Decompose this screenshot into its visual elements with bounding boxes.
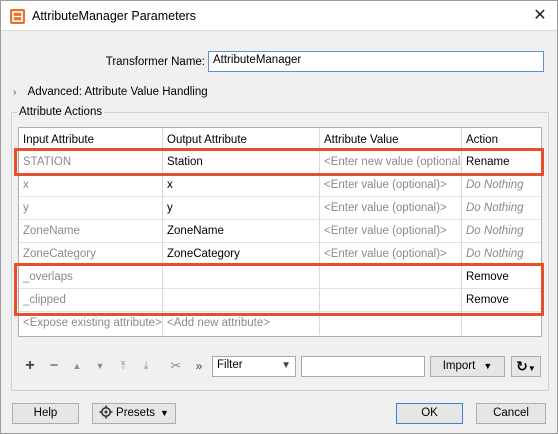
attribute-table: Input Attribute Output Attribute Attribu… [18, 127, 542, 337]
refresh-button[interactable]: ↻▼ [511, 356, 541, 377]
table-row[interactable]: _overlaps Remove [19, 266, 541, 289]
remove-row-icon[interactable]: − [46, 358, 62, 374]
action-cell[interactable] [462, 312, 541, 335]
attribute-actions-label: Attribute Actions [17, 106, 105, 118]
window-title: AttributeManager Parameters [32, 9, 196, 23]
attribute-value-cell[interactable]: <Enter value (optional)> [320, 220, 462, 242]
table-row[interactable]: ZoneName ZoneName <Enter value (optional… [19, 220, 541, 243]
dialog-window: AttributeManager Parameters ✕ Transforme… [0, 0, 558, 434]
attribute-value-cell[interactable]: <Enter value (optional)> [320, 243, 462, 265]
filter-input[interactable] [301, 356, 425, 377]
action-cell[interactable]: Do Nothing [462, 243, 541, 265]
gear-icon [99, 405, 113, 426]
chevron-right-icon: › [13, 87, 17, 98]
ok-button[interactable]: OK [396, 403, 463, 424]
output-attribute-cell[interactable]: x [163, 174, 320, 196]
action-cell[interactable]: Remove [462, 266, 541, 288]
move-bottom-icon[interactable]: ⤓ [138, 358, 154, 374]
input-attribute-cell[interactable]: ZoneCategory [19, 243, 163, 265]
column-header-output-attribute[interactable]: Output Attribute [163, 128, 320, 148]
output-attribute-cell[interactable]: Station [163, 151, 320, 173]
table-row[interactable]: STATION Station <Enter new value (option… [19, 151, 541, 174]
close-button[interactable]: ✕ [529, 5, 551, 27]
transformer-name-row: Transformer Name: AttributeManager [1, 49, 557, 75]
more-icon[interactable]: » [191, 358, 207, 374]
expose-attribute-cell[interactable]: <Expose existing attribute> [19, 312, 163, 335]
move-up-icon[interactable]: ▲ [69, 358, 85, 374]
add-attribute-cell[interactable]: <Add new attribute> [163, 312, 320, 335]
output-attribute-cell[interactable]: y [163, 197, 320, 219]
table-row[interactable]: y y <Enter value (optional)> Do Nothing [19, 197, 541, 220]
action-cell[interactable]: Do Nothing [462, 197, 541, 219]
output-attribute-cell[interactable] [163, 266, 320, 288]
output-attribute-cell[interactable]: ZoneCategory [163, 243, 320, 265]
input-attribute-cell[interactable]: y [19, 197, 163, 219]
input-attribute-cell[interactable]: _overlaps [19, 266, 163, 288]
chevron-down-icon: ▼ [281, 360, 291, 371]
presets-button-label: Presets [116, 407, 156, 419]
title-bar: AttributeManager Parameters ✕ [1, 1, 557, 31]
advanced-section-label: Advanced: Attribute Value Handling [27, 86, 208, 98]
table-row[interactable]: _clipped Remove [19, 289, 541, 312]
attribute-value-cell[interactable]: <Enter value (optional)> [320, 197, 462, 219]
input-attribute-cell[interactable]: _clipped [19, 289, 163, 311]
attribute-value-cell[interactable] [320, 289, 462, 311]
table-row[interactable]: x x <Enter value (optional)> Do Nothing [19, 174, 541, 197]
attribute-value-cell[interactable] [320, 266, 462, 288]
move-top-icon[interactable]: ⤒ [115, 358, 131, 374]
attribute-value-cell[interactable]: <Enter new value (optional)> [320, 151, 462, 173]
transformer-name-label: Transformer Name: [105, 56, 205, 68]
table-row[interactable]: <Expose existing attribute> <Add new att… [19, 312, 541, 335]
refresh-icon: ↻ [516, 358, 528, 374]
chevron-down-icon: ▼ [527, 364, 536, 373]
input-attribute-cell[interactable]: x [19, 174, 163, 196]
presets-button[interactable]: Presets ▼ [92, 403, 176, 424]
import-button[interactable]: Import ▼ [430, 356, 505, 377]
import-button-label: Import [442, 360, 476, 372]
table-row[interactable]: ZoneCategory ZoneCategory <Enter value (… [19, 243, 541, 266]
filter-select[interactable]: Filter ▼ [212, 356, 296, 377]
attribute-value-cell[interactable]: <Enter value (optional)> [320, 174, 462, 196]
input-attribute-cell[interactable]: ZoneName [19, 220, 163, 242]
action-cell[interactable]: Rename [462, 151, 541, 173]
filter-select-value: Filter [217, 359, 243, 371]
table-header: Input Attribute Output Attribute Attribu… [19, 128, 541, 149]
output-attribute-cell[interactable]: ZoneName [163, 220, 320, 242]
transformer-name-input[interactable]: AttributeManager [208, 51, 544, 72]
output-attribute-cell[interactable] [163, 289, 320, 311]
action-cell[interactable]: Do Nothing [462, 174, 541, 196]
action-cell[interactable]: Do Nothing [462, 220, 541, 242]
attribute-value-cell[interactable] [320, 312, 462, 335]
column-header-action[interactable]: Action [462, 128, 541, 148]
advanced-section-toggle[interactable]: › Advanced: Attribute Value Handling [13, 86, 208, 100]
cancel-button[interactable]: Cancel [476, 403, 546, 424]
move-down-icon[interactable]: ▼ [92, 358, 108, 374]
chevron-down-icon: ▼ [160, 408, 169, 418]
input-attribute-cell[interactable]: STATION [19, 151, 163, 173]
help-button[interactable]: Help [12, 403, 79, 424]
column-header-input-attribute[interactable]: Input Attribute [19, 128, 163, 148]
action-cell[interactable]: Remove [462, 289, 541, 311]
cut-icon[interactable]: ✂ [168, 358, 184, 374]
fme-app-icon [10, 9, 25, 24]
add-row-icon[interactable]: + [22, 358, 38, 374]
column-header-attribute-value[interactable]: Attribute Value [320, 128, 462, 148]
table-toolbar: + − ▲ ▼ ⤒ ⤓ ✂ » Filter ▼ Import ▼ ↻▼ [19, 355, 543, 379]
chevron-down-icon: ▼ [483, 361, 493, 371]
